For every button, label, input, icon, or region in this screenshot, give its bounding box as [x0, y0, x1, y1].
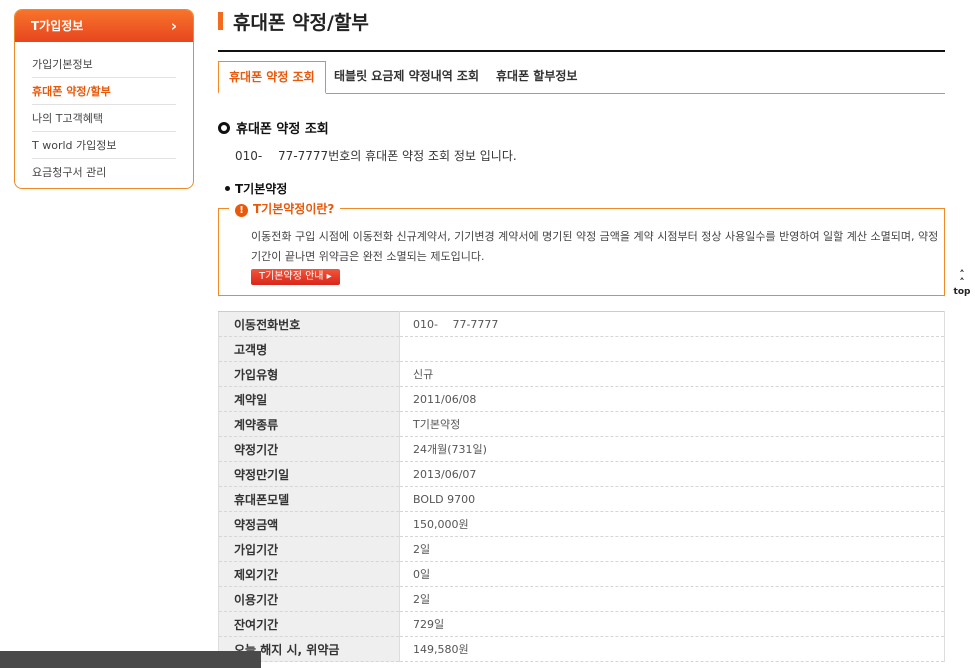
row-value: 2011/06/08	[399, 386, 945, 412]
circle-bullet-icon	[218, 122, 230, 134]
info-question: ! T기본약정이란?	[229, 200, 341, 217]
table-row: 계약일 2011/06/08	[218, 386, 945, 412]
row-label: 제외기간	[218, 561, 400, 587]
row-value: BOLD 9700	[399, 486, 945, 512]
table-row: 오늘 해지 시, 위약금 149,580원	[218, 636, 945, 662]
row-label: 잔여기간	[218, 611, 400, 637]
title-divider	[218, 50, 945, 52]
table-row: 약정금액 150,000원	[218, 511, 945, 537]
table-row: 이용기간 2일	[218, 586, 945, 612]
page-title: 휴대폰 약정/할부	[233, 12, 369, 34]
table-row: 이동전화번호 010- 77-7777	[218, 311, 945, 337]
sidebar-header-label: T가입정보	[31, 19, 84, 33]
row-label: 약정만기일	[218, 461, 400, 487]
row-value: 2일	[399, 536, 945, 562]
table-row: 휴대폰모델 BOLD 9700	[218, 486, 945, 512]
section-description: 010- 77-7777번호의 휴대폰 약정 조회 정보 입니다.	[235, 149, 517, 163]
exclamation-icon: !	[235, 204, 248, 217]
row-label: 이동전화번호	[218, 311, 400, 337]
row-label: 가입유형	[218, 361, 400, 387]
info-text: 이동전화 구입 시점에 이동전화 신규계약서, 기기변경 계약서에 명기된 약정…	[251, 230, 939, 263]
tab-phone-contract[interactable]: 휴대폰 약정 조회	[218, 61, 326, 94]
bottom-status-bar	[0, 651, 261, 668]
sidebar: T가입정보 › 가입기본정보 휴대폰 약정/할부 나의 T고객혜택 T worl…	[14, 9, 194, 189]
row-value: 신규	[399, 361, 945, 387]
table-row: 계약종류 T기본약정	[218, 411, 945, 437]
row-label: 이용기간	[218, 586, 400, 612]
row-value: 149,580원	[399, 636, 945, 662]
bullet-icon	[225, 186, 230, 191]
row-value: 2013/06/07	[399, 461, 945, 487]
subsection-title-text: T기본약정	[235, 182, 288, 196]
row-label: 약정기간	[218, 436, 400, 462]
row-label: 가입기간	[218, 536, 400, 562]
table-row: 제외기간 0일	[218, 561, 945, 587]
sidebar-item-basic-info[interactable]: 가입기본정보	[32, 51, 176, 78]
table-row: 가입기간 2일	[218, 536, 945, 562]
table-row: 잔여기간 729일	[218, 611, 945, 637]
sidebar-item-billing[interactable]: 요금청구서 관리	[32, 159, 176, 186]
row-label: 고객명	[218, 336, 400, 362]
section-title: 휴대폰 약정 조회	[218, 118, 329, 137]
sidebar-item-tworld-info[interactable]: T world 가입정보	[32, 132, 176, 159]
title-accent-bar	[218, 12, 223, 30]
row-value: 010- 77-7777	[399, 311, 945, 337]
tab-tablet-contract[interactable]: 태블릿 요금제 약정내역 조회	[334, 61, 479, 94]
table-row: 약정기간 24개월(731일)	[218, 436, 945, 462]
tab-baseline	[218, 93, 945, 94]
section-title-text: 휴대폰 약정 조회	[236, 122, 329, 137]
chevron-right-icon: ›	[170, 17, 177, 35]
row-label: 약정금액	[218, 511, 400, 537]
row-label: 휴대폰모델	[218, 486, 400, 512]
row-label: 계약일	[218, 386, 400, 412]
info-question-text: T기본약정이란?	[253, 202, 335, 216]
table-row: 가입유형 신규	[218, 361, 945, 387]
sidebar-item-t-benefits[interactable]: 나의 T고객혜택	[32, 105, 176, 132]
sidebar-menu: 가입기본정보 휴대폰 약정/할부 나의 T고객혜택 T world 가입정보 요…	[15, 42, 193, 186]
table-row: 약정만기일 2013/06/07	[218, 461, 945, 487]
row-value: 729일	[399, 611, 945, 637]
contract-table: 이동전화번호 010- 77-7777 고객명 가입유형 신규 계약일 2011/06…	[218, 311, 945, 662]
contract-guide-button[interactable]: T기본약정 안내 ▸	[251, 269, 340, 285]
tab-bar: 휴대폰 약정 조회 태블릿 요금제 약정내역 조회 휴대폰 할부정보	[218, 61, 945, 94]
scroll-top-button[interactable]: ˄ ˄ top	[952, 268, 972, 297]
tab-phone-installment[interactable]: 휴대폰 할부정보	[496, 61, 577, 94]
table-row: 고객명	[218, 336, 945, 362]
row-value: 24개월(731일)	[399, 436, 945, 462]
row-value: T기본약정	[399, 411, 945, 437]
row-value: 2일	[399, 586, 945, 612]
scroll-top-label: top	[953, 287, 971, 297]
info-box: ! T기본약정이란? 이동전화 구입 시점에 이동전화 신규계약서, 기기변경 계…	[218, 200, 945, 296]
row-value: 150,000원	[399, 511, 945, 537]
sidebar-header[interactable]: T가입정보 ›	[15, 10, 193, 42]
row-label: 계약종류	[218, 411, 400, 437]
row-value	[399, 336, 945, 362]
sidebar-item-contract-installment[interactable]: 휴대폰 약정/할부	[32, 78, 176, 105]
row-value: 0일	[399, 561, 945, 587]
subsection-title: T기본약정	[225, 180, 287, 197]
double-chevron-up-icon: ˄ ˄	[959, 268, 965, 289]
